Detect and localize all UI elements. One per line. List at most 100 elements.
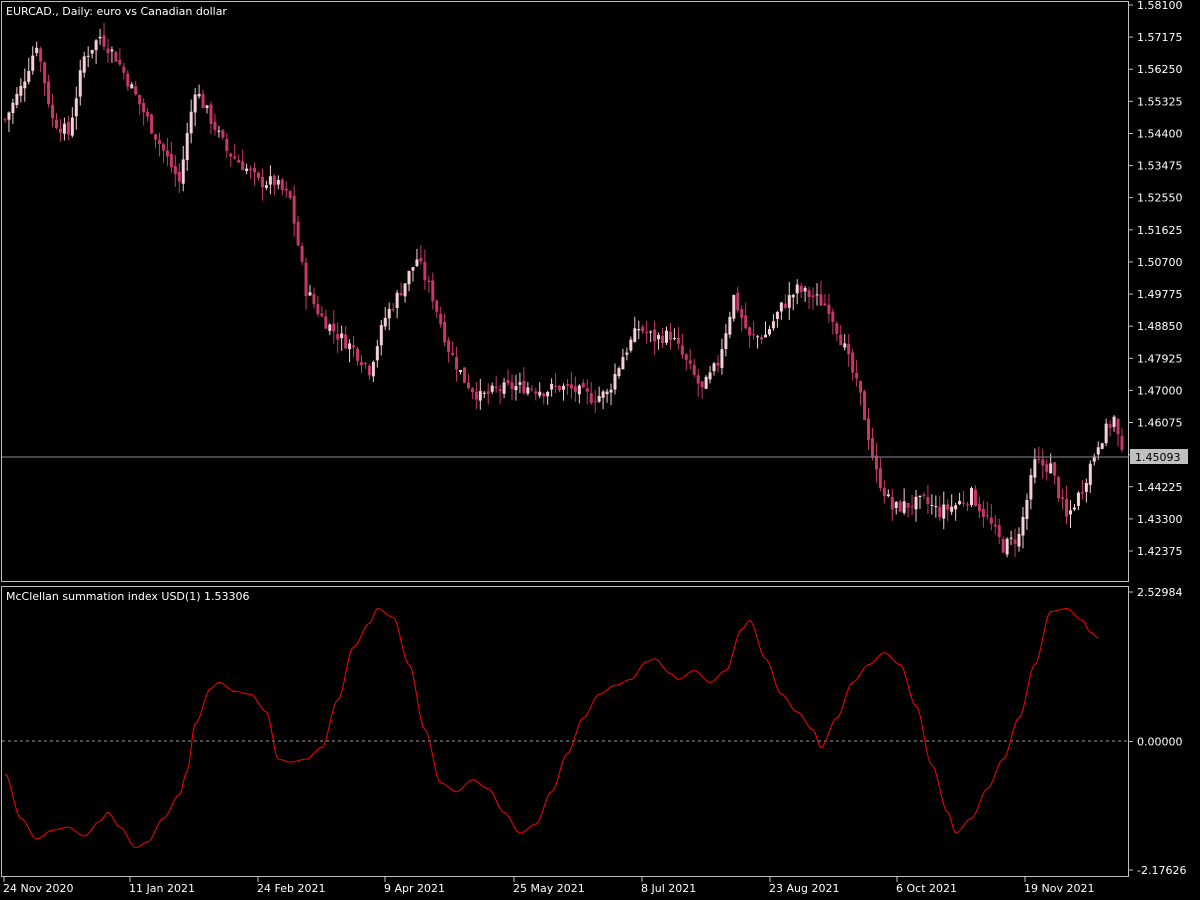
candle-body <box>661 335 665 344</box>
candle-body <box>779 302 783 312</box>
indicator-tick-label: 2.52984 <box>1137 586 1183 599</box>
candle-body <box>379 325 383 346</box>
candle-body <box>617 368 621 376</box>
candle-body <box>439 313 443 325</box>
candle-body <box>1104 423 1108 444</box>
candle-body <box>1025 500 1029 520</box>
candle-body <box>581 382 585 388</box>
candle-body <box>1009 537 1013 539</box>
price-tick-label: 1.51625 <box>1137 224 1183 237</box>
candle-body <box>197 93 201 97</box>
candle-body <box>1033 459 1037 478</box>
candle-body <box>58 128 62 133</box>
candle-body <box>859 380 863 393</box>
candle-body <box>890 496 894 510</box>
candle-body <box>732 295 736 319</box>
candle-body <box>288 191 292 198</box>
candle-body <box>1049 463 1053 474</box>
candle-body <box>47 81 51 105</box>
candle-body <box>7 112 11 120</box>
candle-body <box>154 134 158 140</box>
candle-body <box>962 502 966 504</box>
main-pane-label: EURCAD., Daily: euro vs Canadian dollar <box>6 5 227 18</box>
candle-body <box>62 123 66 134</box>
candle-body <box>613 374 617 390</box>
candle-body <box>23 81 27 89</box>
candle-body <box>922 494 926 496</box>
candle-body <box>906 502 910 508</box>
candle-body <box>336 334 340 340</box>
candle-body <box>486 391 490 394</box>
candle-body <box>268 176 272 185</box>
candle-body <box>3 119 7 121</box>
candle-body <box>157 140 161 144</box>
candle-body <box>391 308 395 310</box>
candle-body <box>205 105 209 109</box>
candle-body <box>720 349 724 368</box>
candle-body <box>542 393 546 397</box>
candle-body <box>296 221 300 246</box>
candle-body <box>375 346 379 361</box>
candle-body <box>522 380 526 394</box>
time-tick-label: 24 Nov 2020 <box>3 882 73 895</box>
candle-body <box>114 52 118 62</box>
candle-body <box>490 385 494 392</box>
candle-body <box>304 262 308 296</box>
candle-body <box>352 345 356 348</box>
time-tick-label: 11 Jan 2021 <box>129 882 195 895</box>
candle-body <box>546 391 550 397</box>
candle-body <box>700 381 704 388</box>
candle-body <box>280 179 284 190</box>
candle-body <box>201 93 205 109</box>
candle-body <box>482 392 486 394</box>
candle-body <box>585 388 589 392</box>
candle-body <box>51 104 55 119</box>
candle-body <box>470 388 474 393</box>
candle-body <box>332 323 336 332</box>
candle-body <box>728 316 732 335</box>
candle-body <box>122 66 126 73</box>
indicator-pane-frame <box>1 586 1129 877</box>
candle-body <box>1100 443 1104 449</box>
candle-body <box>1021 516 1025 536</box>
candle-body <box>312 294 316 305</box>
candle-body <box>1112 416 1116 427</box>
candle-body <box>605 391 609 395</box>
candle-body <box>498 389 502 392</box>
candle-body <box>181 159 185 184</box>
time-tick-label: 8 Jul 2021 <box>641 882 696 895</box>
price-tick-label: 1.57175 <box>1137 31 1183 44</box>
candle-body <box>1096 447 1100 455</box>
candle-body <box>637 329 641 331</box>
candle-body <box>27 71 31 82</box>
candle-body <box>866 418 870 441</box>
candle-body <box>597 396 601 402</box>
candle-body <box>934 506 938 508</box>
candle-body <box>316 304 320 315</box>
candle-body <box>977 504 981 512</box>
candle-body <box>237 159 241 163</box>
candle-body <box>625 352 629 355</box>
candle-body <box>558 386 562 391</box>
price-tick-label: 1.55325 <box>1137 95 1183 108</box>
candle-body <box>344 334 348 349</box>
candle-body <box>664 330 668 343</box>
indicator-tick-label: -2.17626 <box>1137 864 1186 877</box>
candle-body <box>300 246 304 262</box>
candle-body <box>676 337 680 344</box>
candle-body <box>1084 482 1088 492</box>
candle-body <box>530 388 534 390</box>
candle-body <box>577 385 581 395</box>
candle-body <box>997 525 1001 537</box>
candle-body <box>431 280 435 302</box>
candle-body <box>292 195 296 224</box>
candle-body <box>855 372 859 379</box>
candle-body <box>98 36 102 39</box>
candle-body <box>1108 424 1112 428</box>
candle-body <box>86 55 90 57</box>
candle-body <box>257 172 261 178</box>
candle-body <box>478 391 482 401</box>
candle-body <box>371 361 375 377</box>
candle-body <box>66 121 70 135</box>
candle-body <box>704 376 708 389</box>
